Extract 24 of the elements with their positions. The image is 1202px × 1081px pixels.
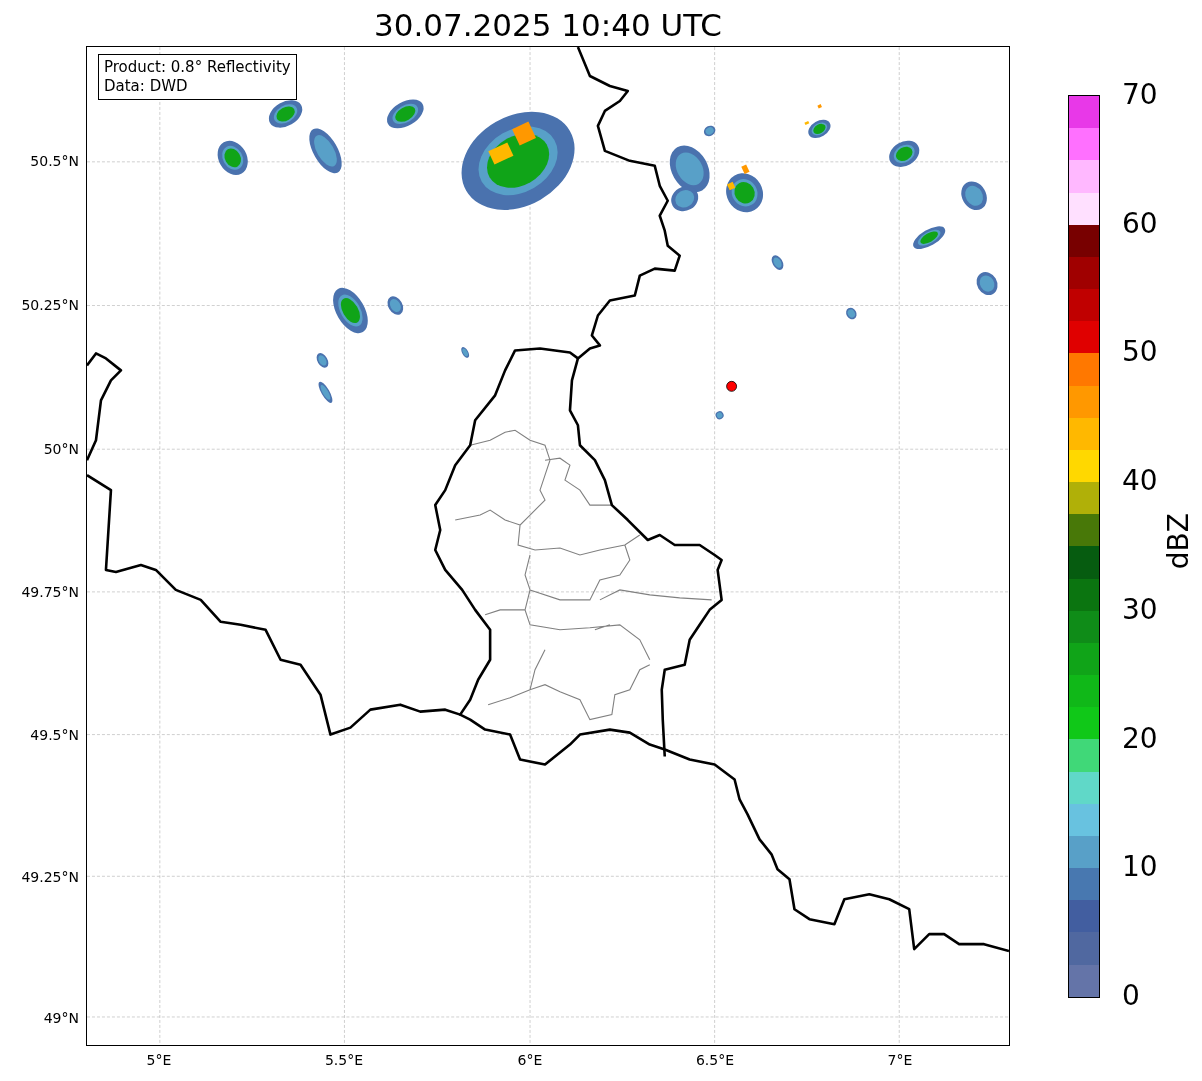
colorbar-tick-label: 20 — [1122, 721, 1158, 756]
colorbar-tick-label: 40 — [1122, 464, 1158, 499]
axis-tick-label: 50.25°N — [21, 296, 79, 315]
chart-title: 30.07.2025 10:40 UTC — [374, 7, 722, 43]
axis-tick-label: 5.5°E — [324, 1052, 364, 1068]
axis-tick-label: 49.5°N — [30, 726, 79, 745]
axis-tick-label: 6°E — [517, 1052, 543, 1068]
axis-tick-label: 49.25°N — [21, 868, 79, 887]
colorbar-tick-label: 10 — [1122, 850, 1158, 885]
info-text: Data: DWD — [104, 77, 189, 96]
axis-tick-label: 50.5°N — [30, 152, 79, 171]
axis-tick-label: 7°E — [887, 1052, 913, 1068]
colorbar-tick-label: 30 — [1122, 592, 1158, 627]
colorbar-tick-label: 60 — [1122, 206, 1158, 241]
axis-tick-label: 49°N — [43, 1009, 79, 1028]
axis-tick-label: 50°N — [43, 440, 79, 459]
info-text: Product: 0.8° Reflectivity — [104, 58, 291, 77]
axis-tick-label: 49.75°N — [21, 583, 79, 602]
colorbar-tick-label: 0 — [1122, 979, 1140, 1013]
axis-tick-label: 6.5°E — [695, 1052, 735, 1068]
colorbar-tick-label: 70 — [1122, 78, 1158, 112]
colorbar-tick-label: 50 — [1122, 335, 1158, 370]
colorbar-label: dBZ — [1162, 513, 1195, 570]
axis-tick-label: 5°E — [146, 1052, 172, 1068]
